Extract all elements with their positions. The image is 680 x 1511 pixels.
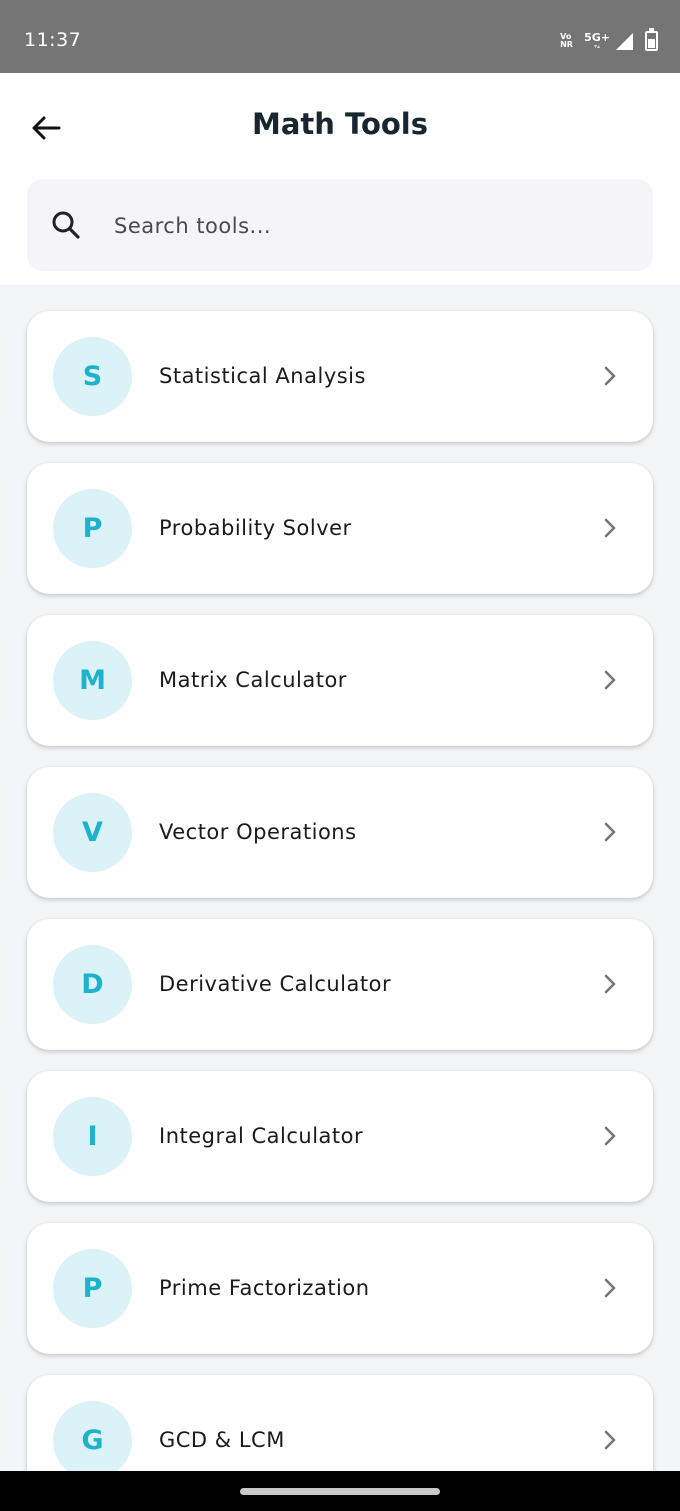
tool-avatar: S: [53, 337, 132, 416]
tool-avatar: P: [53, 489, 132, 568]
tool-avatar: D: [53, 945, 132, 1024]
status-bar: 11:37 Vo NR 5G+ ▾▴: [0, 0, 680, 73]
status-icons: Vo NR 5G+ ▾▴: [560, 28, 658, 54]
status-time: 11:37: [24, 29, 82, 51]
tool-card-prime-factorization[interactable]: P Prime Factorization: [27, 1223, 653, 1354]
chevron-right-icon: [604, 366, 616, 386]
signal-icon: [616, 32, 633, 50]
tool-avatar: G: [53, 1401, 132, 1480]
tool-card-probability-solver[interactable]: P Probability Solver: [27, 463, 653, 594]
tool-card-statistical-analysis[interactable]: S Statistical Analysis: [27, 311, 653, 442]
tool-label: Integral Calculator: [159, 1124, 364, 1148]
search-icon: [52, 211, 80, 239]
chevron-right-icon: [604, 670, 616, 690]
battery-icon: [645, 28, 658, 51]
page-title: Math Tools: [251, 107, 428, 141]
chevron-right-icon: [604, 974, 616, 994]
tool-label: Probability Solver: [159, 516, 352, 540]
system-nav-bar: [0, 1471, 680, 1511]
chevron-right-icon: [604, 518, 616, 538]
tool-card-vector-operations[interactable]: V Vector Operations: [27, 767, 653, 898]
home-indicator[interactable]: [240, 1488, 440, 1495]
data-activity-icon: ▾▴: [594, 43, 601, 50]
tool-label: Derivative Calculator: [159, 972, 392, 996]
volte-icon: Vo NR: [560, 33, 578, 49]
chevron-right-icon: [604, 822, 616, 842]
search-bar[interactable]: [27, 179, 653, 273]
network-type-icon: 5G+ ▾▴: [584, 32, 610, 50]
chevron-right-icon: [604, 1278, 616, 1298]
tool-avatar: I: [53, 1097, 132, 1176]
tool-label: Matrix Calculator: [159, 668, 347, 692]
chevron-right-icon: [604, 1430, 616, 1450]
tool-card-matrix-calculator[interactable]: M Matrix Calculator: [27, 615, 653, 746]
tool-card-derivative-calculator[interactable]: D Derivative Calculator: [27, 919, 653, 1050]
search-input[interactable]: [112, 179, 616, 273]
app-header: Math Tools: [0, 73, 680, 285]
tool-label: Statistical Analysis: [159, 364, 366, 388]
tool-avatar: P: [53, 1249, 132, 1328]
chevron-right-icon: [604, 1126, 616, 1146]
tool-card-integral-calculator[interactable]: I Integral Calculator: [27, 1071, 653, 1202]
tool-avatar: V: [53, 793, 132, 872]
tool-label: Prime Factorization: [159, 1276, 370, 1300]
tool-label: Vector Operations: [159, 820, 357, 844]
tool-avatar: M: [53, 641, 132, 720]
volte-bottom: NR: [560, 40, 573, 49]
